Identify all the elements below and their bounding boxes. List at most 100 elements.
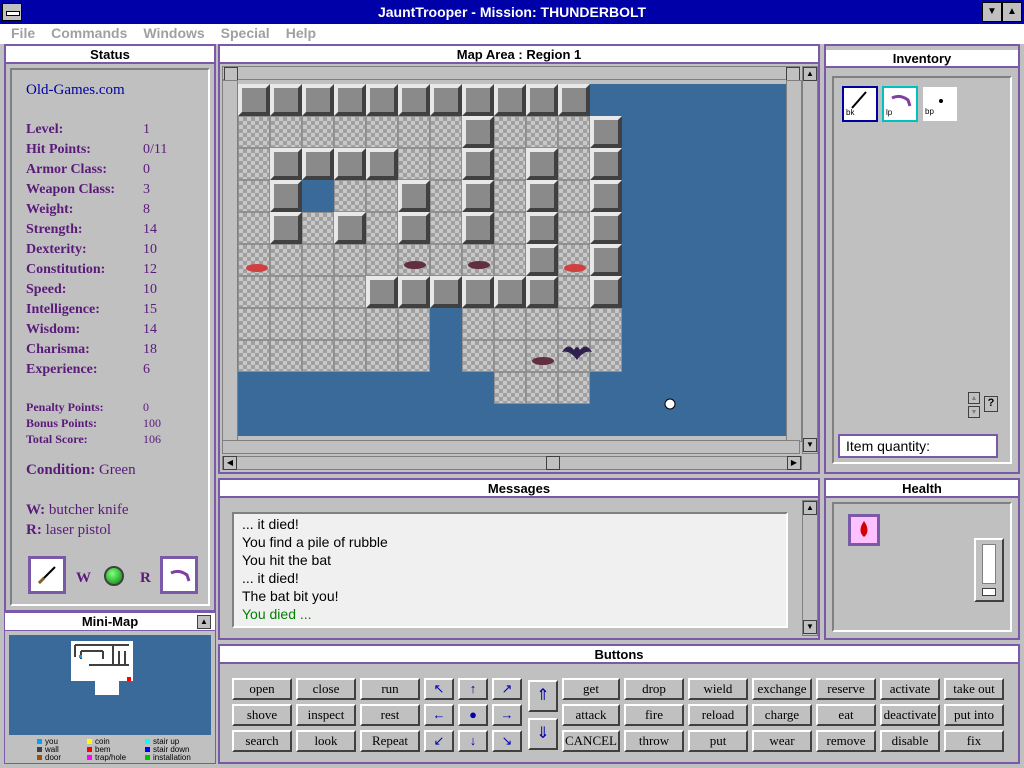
inventory-up-icon[interactable]: ▲ (968, 392, 980, 404)
health-gauge-fill (982, 544, 996, 584)
inventory-panel: Inventory bk lp bp ▲ ▼ ? Item quantity: (824, 44, 1020, 474)
inventory-down-icon[interactable]: ▼ (968, 406, 980, 418)
move-northwest-icon[interactable]: ↖ (424, 678, 454, 700)
get-button[interactable]: get (562, 678, 620, 700)
map-floor-tile (494, 148, 526, 180)
move-north-icon[interactable]: ↑ (458, 678, 488, 700)
menu-commands[interactable]: Commands (43, 24, 135, 42)
put-into-button[interactable]: put into (944, 704, 1004, 726)
throw-button[interactable]: throw (624, 730, 684, 752)
look-button[interactable]: look (296, 730, 356, 752)
exchange-button[interactable]: exchange (752, 678, 812, 700)
reserve-button[interactable]: reserve (816, 678, 876, 700)
map-scroll-left-icon[interactable]: ◀ (223, 456, 237, 470)
minimap-collapse-icon[interactable]: ▲ (197, 615, 211, 629)
map-scroll-down-icon[interactable]: ▼ (803, 438, 817, 452)
attack-button[interactable]: attack (562, 704, 620, 726)
map-floor-tile (590, 308, 622, 340)
map-floor-tile (334, 276, 366, 308)
messages-scroll-up-icon[interactable]: ▲ (803, 501, 817, 515)
messages-scroll-down-icon[interactable]: ▼ (803, 620, 817, 634)
map-hscroll[interactable] (222, 456, 802, 470)
menu-help[interactable]: Help (278, 24, 324, 42)
system-menu-button[interactable] (2, 3, 22, 21)
inspect-button[interactable]: inspect (296, 704, 356, 726)
stair-up-icon[interactable]: ⇑ (528, 680, 558, 712)
map-wall-tile (334, 148, 366, 180)
map-scroll-right-icon[interactable]: ▶ (787, 456, 801, 470)
reload-button[interactable]: reload (688, 704, 748, 726)
open-button[interactable]: open (232, 678, 292, 700)
disable-button[interactable]: disable (880, 730, 940, 752)
move-northeast-icon[interactable]: ↗ (492, 678, 522, 700)
stat-intelligence: Intelligence: 15 (26, 302, 157, 317)
move-west-icon[interactable]: ← (424, 704, 454, 726)
drop-button[interactable]: drop (624, 678, 684, 700)
fix-button[interactable]: fix (944, 730, 1004, 752)
move-south-icon[interactable]: ↓ (458, 730, 488, 752)
legend-installation: installation (145, 753, 191, 762)
map-floor-tile (494, 308, 526, 340)
map-hscroll-inner[interactable] (222, 440, 800, 454)
map-hscroll-top[interactable] (222, 66, 800, 80)
map-vscroll-left[interactable] (222, 80, 238, 442)
legend-installation-swatch (145, 755, 150, 760)
map-floor-tile (302, 308, 334, 340)
map-floor-tile (398, 116, 430, 148)
shove-button[interactable]: shove (232, 704, 292, 726)
charge-button[interactable]: charge (752, 704, 812, 726)
messages-title: Messages (220, 480, 818, 498)
map-hscroll-thumb[interactable] (546, 456, 560, 470)
message-line: The bat bit you! (242, 588, 339, 604)
remove-button[interactable]: remove (816, 730, 876, 752)
wield-slot[interactable] (28, 556, 66, 594)
take-out-button[interactable]: take out (944, 678, 1004, 700)
deactivate-button[interactable]: deactivate (880, 704, 940, 726)
map-hscroll-top-left[interactable] (224, 67, 238, 81)
item-quantity-field[interactable]: Item quantity: (838, 434, 998, 458)
wear-button[interactable]: wear (752, 730, 812, 752)
wield-button[interactable]: wield (688, 678, 748, 700)
put-button[interactable]: put (688, 730, 748, 752)
minimize-icon[interactable]: ▼ (982, 2, 1002, 22)
search-button[interactable]: search (232, 730, 292, 752)
repeat-button[interactable]: Repeat (360, 730, 420, 752)
move-southwest-icon[interactable]: ↙ (424, 730, 454, 752)
inventory-item-lp[interactable]: lp (882, 86, 918, 122)
fire-button[interactable]: fire (624, 704, 684, 726)
ranged-slot[interactable] (160, 556, 198, 594)
stat-speed: Speed: 10 (26, 282, 157, 297)
inventory-item-bk[interactable]: bk (842, 86, 878, 122)
menu-file[interactable]: File (0, 24, 43, 42)
map-vscroll[interactable] (802, 66, 818, 454)
map-scroll-up-icon[interactable]: ▲ (803, 67, 817, 81)
messages-vscroll[interactable] (802, 500, 818, 636)
rest-button[interactable]: rest (360, 704, 420, 726)
activate-button[interactable]: activate (880, 678, 940, 700)
stat-constitution: Constitution: 12 (26, 262, 157, 277)
cancel-button[interactable]: CANCEL (562, 730, 620, 752)
map-floor-tile (302, 340, 334, 372)
stat-strength: Strength: 14 (26, 222, 157, 237)
stair-down-icon[interactable]: ⇓ (528, 718, 558, 750)
move-southeast-icon[interactable]: ↘ (492, 730, 522, 752)
legend-trap: trap/hole (87, 753, 126, 762)
map-floor-tile (494, 340, 526, 372)
maximize-icon[interactable]: ▲ (1002, 2, 1022, 22)
inventory-item-bp[interactable]: bp (922, 86, 958, 122)
run-button[interactable]: run (360, 678, 420, 700)
message-line-last: You died ... (242, 606, 312, 622)
map-vscroll-right[interactable] (786, 80, 802, 442)
eat-button[interactable]: eat (816, 704, 876, 726)
wait-icon[interactable]: ● (458, 704, 488, 726)
map-wall-tile (462, 84, 494, 116)
move-east-icon[interactable]: → (492, 704, 522, 726)
menu-windows[interactable]: Windows (135, 24, 212, 42)
inventory-help-button[interactable]: ? (984, 396, 998, 412)
stat-armor-class: Armor Class: 0 (26, 162, 150, 177)
map-view[interactable] (238, 84, 786, 436)
map-wall-tile (270, 212, 302, 244)
close-button[interactable]: close (296, 678, 356, 700)
map-hscroll-top-right[interactable] (786, 67, 800, 81)
menu-special[interactable]: Special (213, 24, 278, 42)
